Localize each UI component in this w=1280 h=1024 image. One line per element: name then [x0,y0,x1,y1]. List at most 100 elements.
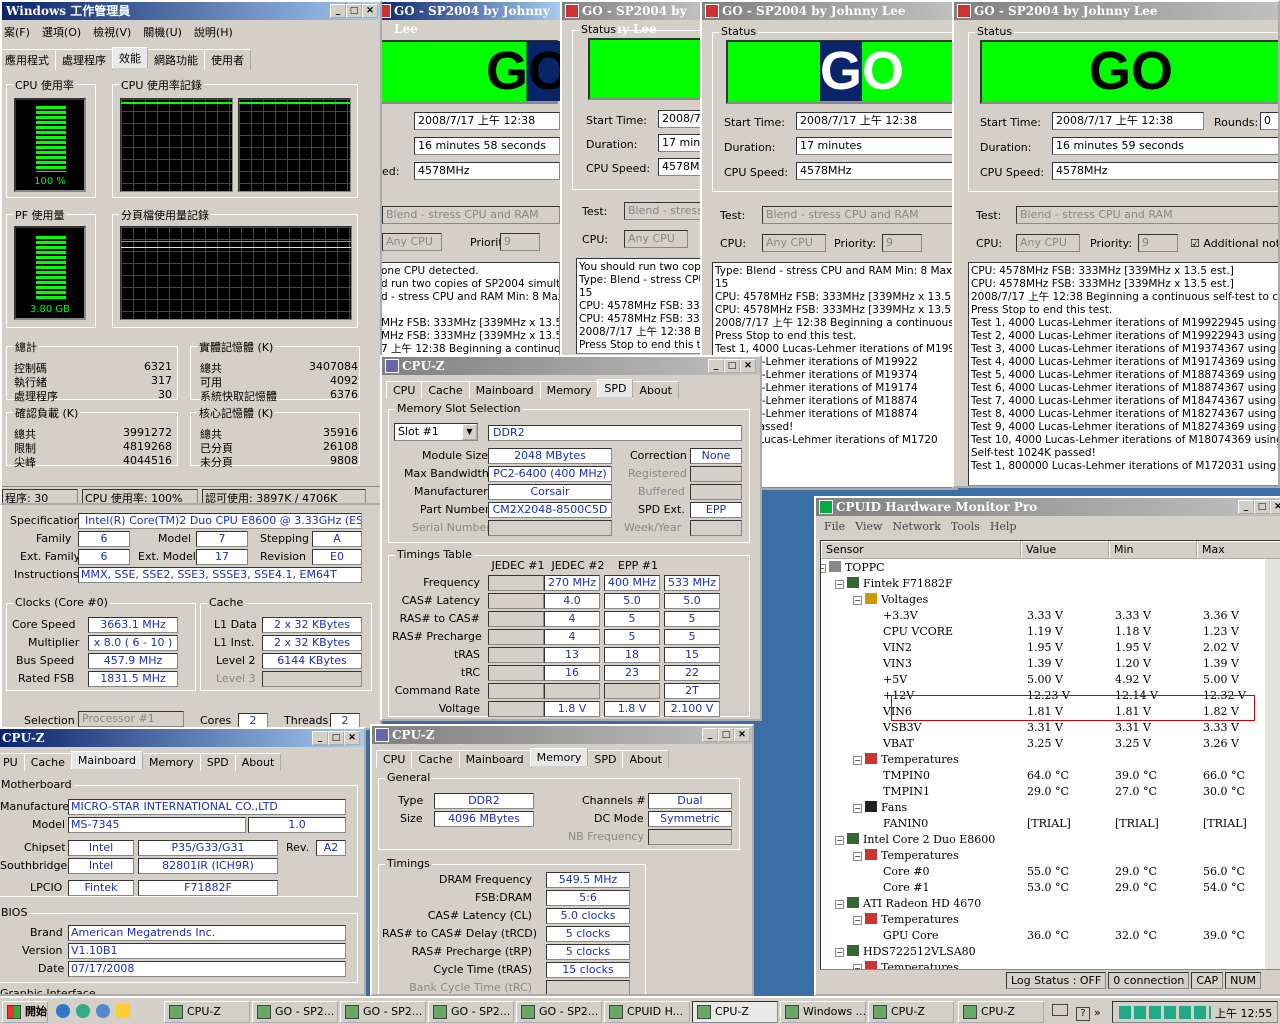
minimize-button[interactable]: _ [702,728,718,742]
test-select[interactable]: Blend - stress CPU and RAM [762,206,956,224]
sensor-row[interactable]: +3.3V [883,609,918,625]
start-button[interactable]: 開始 [2,1001,48,1023]
task-button[interactable]: Windows ... [780,1001,866,1023]
col-value[interactable]: Value [1021,541,1109,559]
sensor-row[interactable]: TMPIN0 [883,769,930,785]
task-button[interactable]: GO - SP2... [516,1001,602,1023]
expand-toggle[interactable]: − [853,964,862,969]
keyboard-icon[interactable] [1052,1004,1068,1016]
tab-processes[interactable]: 處理程序 [55,49,113,70]
sensor-row[interactable]: +5V [883,673,907,689]
help-icon[interactable]: ? [1076,1007,1090,1021]
task-button[interactable]: GO - SP2... [428,1001,514,1023]
tab-mainboard[interactable]: Mainboard [468,381,541,399]
tab-cache[interactable]: Cache [23,753,72,771]
sensor-row[interactable]: Intel Core 2 Duo E8600 [847,833,995,849]
sensor-row[interactable]: Fans [865,801,907,817]
task-button[interactable]: CPU-Z [958,1001,1044,1023]
tab-cache[interactable]: Cache [421,381,470,399]
cpu-select[interactable]: Any CPU [624,230,688,248]
tab-performance[interactable]: 效能 [112,47,148,69]
sensor-row[interactable]: FANIN0 [883,817,928,833]
sensor-row[interactable]: Temperatures [865,849,959,865]
menu-view[interactable]: View [855,520,882,533]
sensor-row[interactable]: Temperatures [865,913,959,929]
expand-toggle[interactable]: − [835,900,844,909]
tab-memory[interactable]: Memory [539,381,599,399]
sensor-row[interactable]: Temperatures [865,753,959,769]
maximize-button[interactable]: □ [328,731,344,745]
close-button[interactable]: ✕ [1270,500,1280,514]
tray-icons[interactable] [1119,1006,1211,1019]
task-button[interactable]: CPU-Z [164,1001,250,1023]
task-button[interactable]: CPU-Z [692,1001,778,1023]
clock[interactable]: 上午 12:55 [1215,1005,1272,1021]
task-button[interactable]: GO - SP2... [340,1001,426,1023]
superpi-icon[interactable] [116,1004,130,1018]
title-bar[interactable]: CPU-Z _ □ ✕ [0,729,364,747]
sensor-row[interactable]: VSB3V [883,721,922,737]
sensor-row[interactable]: Temperatures [865,961,959,969]
expand-toggle[interactable]: − [835,580,844,589]
title-bar[interactable]: GO - SP2004 by Johnny Lee [562,2,700,36]
close-button[interactable]: ✕ [734,728,750,742]
sensor-row[interactable]: CPU VCORE [883,625,953,641]
title-bar[interactable]: GO - SP2004 by Johnny Lee [374,2,560,36]
expand-toggle[interactable]: − [853,804,862,813]
task-button[interactable]: CPUID H... [604,1001,690,1023]
title-bar[interactable]: GO - SP2004 by Johnny Lee [954,2,1278,20]
test-select[interactable]: Blend - stress CPU and RAM [1016,206,1278,224]
tab-cache[interactable]: Cache [411,750,460,768]
close-button[interactable]: ✕ [362,4,378,18]
chevron-down-icon[interactable]: ▼ [462,424,477,440]
tab-users[interactable]: 使用者 [204,49,251,70]
priority-select[interactable]: 9 [500,233,540,251]
minimize-button[interactable]: _ [312,731,328,745]
sensor-row[interactable]: TOPPC [829,561,885,577]
sensor-row[interactable]: GPU Core [883,929,939,945]
scrollbar[interactable] [1265,559,1280,969]
expand-toggle[interactable]: − [853,916,862,925]
sensor-row[interactable]: Fintek F71882F [847,577,953,593]
menu-options[interactable]: 選項(O) [42,26,81,39]
tab-spd[interactable]: SPD [199,753,236,771]
mail-icon[interactable] [76,1004,90,1018]
cpu-select[interactable]: Any CPU [1016,234,1080,252]
expand-toggle[interactable]: − [853,852,862,861]
expand-toggle[interactable]: − [835,948,844,957]
tab-about[interactable]: About [632,381,679,399]
maximize-button[interactable]: □ [724,359,740,373]
sensor-row[interactable]: Core #1 [883,881,930,897]
col-max[interactable]: Max [1197,541,1280,559]
tab-networking[interactable]: 網路功能 [147,49,205,70]
expand-toggle[interactable]: − [853,596,862,605]
menu-file[interactable]: File [824,520,845,533]
maximize-button[interactable]: □ [718,728,734,742]
expand-toggle[interactable]: − [835,836,844,845]
menu-file[interactable]: 案(F) [4,26,30,39]
browser-icon[interactable] [56,1004,70,1018]
tab-spd[interactable]: SPD [587,750,624,768]
title-bar[interactable]: GO - SP2004 by Johnny Lee [702,2,956,20]
minimize-button[interactable]: _ [1238,500,1254,514]
expand-toggle[interactable]: − [821,564,826,573]
priority-select[interactable]: 9 [1138,234,1178,252]
tab-about[interactable]: About [622,750,669,768]
selection-select[interactable]: Processor #1 [78,711,184,727]
sensor-row[interactable]: Core #0 [883,865,930,881]
tab-spd[interactable]: SPD [597,379,634,398]
menu-network[interactable]: Network [892,520,941,533]
cpu-select[interactable]: Any CPU [762,234,826,252]
sensor-row[interactable]: VIN3 [883,657,912,673]
maximize-button[interactable]: □ [346,4,362,18]
col-sensor[interactable]: Sensor [821,541,1021,559]
sensor-row[interactable]: ATI Radeon HD 4670 [847,897,981,913]
tab-cpu[interactable]: CPU [386,381,423,399]
cpu-select[interactable]: Any CPU [382,233,442,251]
tab-mainboard[interactable]: Mainboard [70,751,143,770]
title-bar[interactable]: CPU-Z _ □ ✕ [372,726,752,744]
close-button[interactable]: ✕ [740,359,756,373]
tab-memory[interactable]: Memory [141,753,201,771]
task-button[interactable]: CPU-Z [868,1001,954,1023]
sensor-row[interactable]: Voltages [865,593,928,609]
